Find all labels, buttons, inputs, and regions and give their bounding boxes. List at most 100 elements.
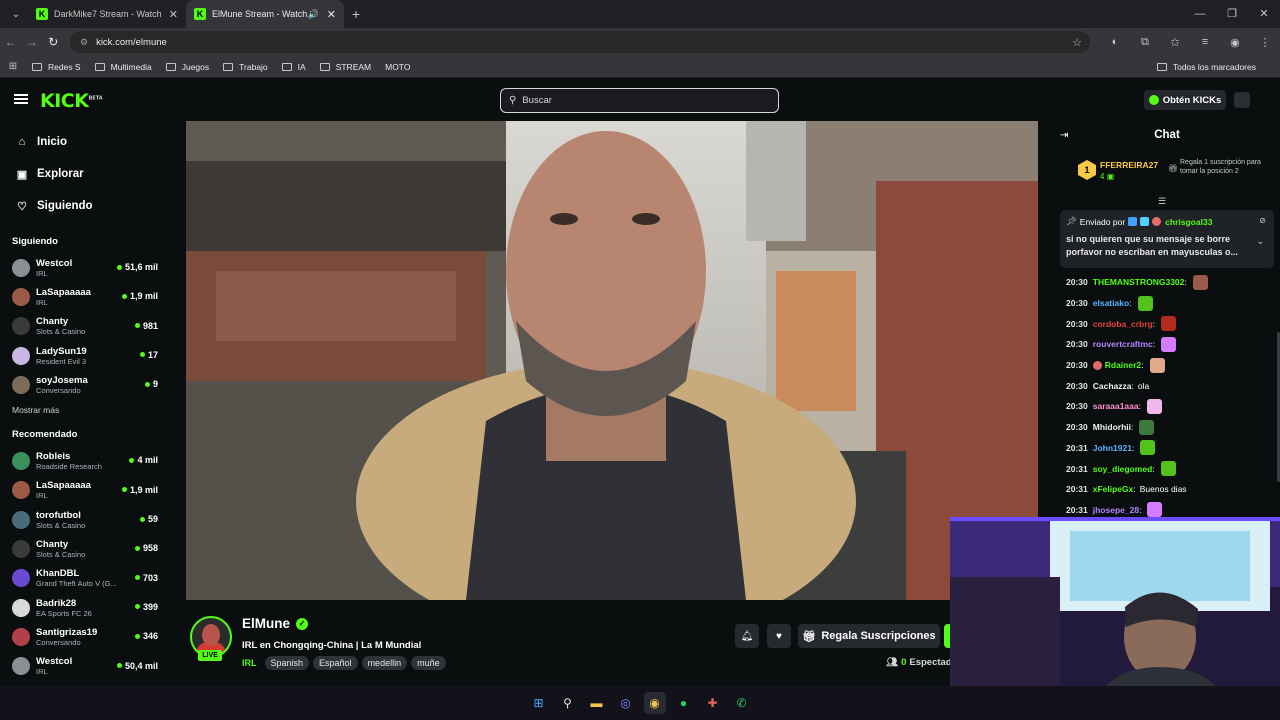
bookmark-folder[interactable]: STREAM [319,62,371,72]
bookmark-folder[interactable]: Redes S [32,62,81,72]
profile-icon[interactable]: ◉ [1220,36,1250,49]
channel-item[interactable]: KhanDBL Grand Theft Auto V (G... 703 [0,564,170,593]
close-window-button[interactable]: ✕ [1248,0,1280,28]
all-bookmarks-folder[interactable]: Todos los marcadores [1156,62,1256,72]
hamburger-menu-icon[interactable] [14,94,28,104]
bookmark-folder[interactable]: Trabajo [223,62,268,72]
bookmark-link[interactable]: MOTO [385,62,410,72]
message-user[interactable]: Mhidorhii [1093,422,1131,432]
speaker-icon[interactable]: 🔊 [308,9,319,20]
tag[interactable]: muñe [411,656,446,670]
category-link[interactable]: IRL [242,658,257,668]
menu-icon[interactable]: ⋮ [1250,36,1280,49]
message-user[interactable]: jhosepe_28 [1093,505,1139,515]
bookmark-folder[interactable]: Juegos [165,62,209,72]
tag[interactable]: Español [313,656,358,670]
tag[interactable]: Spanish [264,656,310,670]
message-time: 20:30 [1066,339,1088,350]
extension-icon[interactable]: ◐ [1100,36,1130,49]
minimize-button[interactable]: — [1184,0,1216,28]
pinned-user[interactable]: chrisgoal33 [1165,217,1212,227]
video-player[interactable] [186,121,1038,600]
live-dot-icon [134,604,140,610]
search-input[interactable] [522,95,753,106]
user-avatar[interactable] [1234,92,1250,108]
channel-viewers: 399 [134,602,158,612]
channel-item[interactable]: soyJosema Conversando 9 [0,370,170,399]
site-info-icon[interactable]: ⚙ [80,37,88,48]
message-user[interactable]: John1921 [1093,443,1132,453]
channel-item[interactable]: LadySun19 Resident Evil 3 17 [0,341,170,370]
game-app-icon[interactable]: ✚ [702,692,724,714]
bookmark-folder[interactable]: Multimedia [94,62,152,72]
chrome-icon[interactable]: ◉ [643,692,666,714]
channel-item[interactable]: Westcol IRL 50,4 mil [0,652,170,681]
leaderboard-toggle-icon[interactable]: ☰ [1158,196,1166,207]
message-user[interactable]: soy_diegomed [1093,464,1153,474]
bookmarks-bar: ⊞ Redes S Multimedia Juegos Trabajo IA S… [0,56,1280,78]
tab-darkmike[interactable]: K DarkMike7 Stream - Watch Live ✕ [28,0,186,28]
viewer-count: 👥︎ 0 Espectad [886,657,952,668]
tab-search-button[interactable]: ⌄ [4,4,28,24]
search-icon[interactable]: ⚲ [557,692,579,714]
close-tab-icon[interactable]: ✕ [169,8,178,21]
emote-icon [1161,316,1177,332]
windows-start-icon[interactable]: ⊞ [528,692,550,714]
tag[interactable]: medellin [361,656,408,670]
message-user[interactable]: saraaa1aaa [1093,401,1139,411]
message-time: 20:30 [1066,360,1088,371]
close-tab-icon[interactable]: ✕ [327,8,336,21]
message-user[interactable]: cordoba_crbrg [1093,319,1153,329]
channel-item[interactable]: Chanty Slots & Casino 981 [0,312,170,341]
message-colon: : [1152,318,1156,329]
gift-for-rank-button[interactable]: 🎁︎ Regala 1 suscripción para tomar la pos… [1168,158,1270,176]
reload-button[interactable]: ↻ [43,35,64,49]
channel-item[interactable]: Santigrizas19 Conversando 346 [0,622,170,651]
forward-button[interactable]: → [21,35,42,49]
media-control-icon[interactable]: ≡ [1190,36,1220,49]
message-user[interactable]: Rdainer2 [1105,360,1141,370]
message-user[interactable]: rouvertcraftmc [1093,339,1153,349]
channel-item[interactable]: Chanty Slots & Casino 958 [0,534,170,563]
channel-item[interactable]: LaSapaaaaa IRL 1,9 mil [0,282,170,311]
kick-logo[interactable]: KICKBETA [40,90,103,112]
folder-icon [281,62,292,71]
new-tab-button[interactable]: + [344,6,368,22]
streamer-name[interactable]: ElMune ✓ [242,616,309,631]
show-more-link[interactable]: Mostrar más [0,405,170,415]
expand-pin-icon[interactable]: ⌄ [1256,236,1264,247]
spotify-icon[interactable]: ● [673,692,695,714]
channel-item[interactable]: Badrik28 EA Sports FC 26 399 [0,593,170,622]
channel-item[interactable]: Westcol IRL 51,6 mil [0,253,170,282]
message-user[interactable]: elsatiako [1093,298,1129,308]
file-explorer-icon[interactable]: ▬ [586,692,608,714]
message-user[interactable]: xFelipeGx [1093,484,1134,494]
whatsapp-icon[interactable]: ✆ [731,692,753,714]
channel-item[interactable]: torofutbol Slots & Casino 59 [0,505,170,534]
gift-subs-button[interactable]: 🎁︎ Regala Suscripciones [798,624,940,648]
url-field[interactable]: ⚙ kick.com/elmune ☆ [69,31,1090,53]
hide-pin-icon[interactable]: ⊘ [1259,216,1266,225]
nav-following[interactable]: ♡ Siguiendo [0,190,170,222]
back-button[interactable]: ← [0,35,21,49]
nav-home[interactable]: ⌂ Inicio [0,126,170,158]
channel-item[interactable]: LaSapaaaaa IRL 1,9 mil [0,476,170,505]
notification-bell-button[interactable]: 🔔︎ [735,624,759,648]
follow-heart-button[interactable]: ♥ [767,624,791,648]
tab-elmune[interactable]: K ElMune Stream - Watch Live 🔊 ✕ [186,0,344,28]
apps-grid-icon[interactable]: ⊞ [0,61,26,72]
emote-icon [1146,398,1162,414]
puzzle-icon[interactable]: ⧉ [1130,36,1160,49]
bookmark-star-icon[interactable]: ☆ [1072,36,1082,49]
channel-item[interactable]: Robleis Roadside Research 4 mil [0,446,170,475]
nav-explore[interactable]: ▣ Explorar [0,158,170,190]
restore-button[interactable]: ❐ [1216,0,1248,28]
get-kicks-button[interactable]: Obtén KICKs [1144,90,1226,110]
bookmarks-star-icon[interactable]: ✩ [1160,36,1190,49]
discord-icon[interactable]: ◎ [615,692,637,714]
message-user[interactable]: THEMANSTRONG3302 [1093,277,1185,287]
stream-info: LIVE ElMune ✓ IRL en Chongqing-China | La… [186,608,1038,686]
leader-name[interactable]: FFERREIRA27 [1100,160,1158,170]
message-user[interactable]: Cachazza [1093,381,1132,391]
bookmark-folder[interactable]: IA [281,62,306,72]
